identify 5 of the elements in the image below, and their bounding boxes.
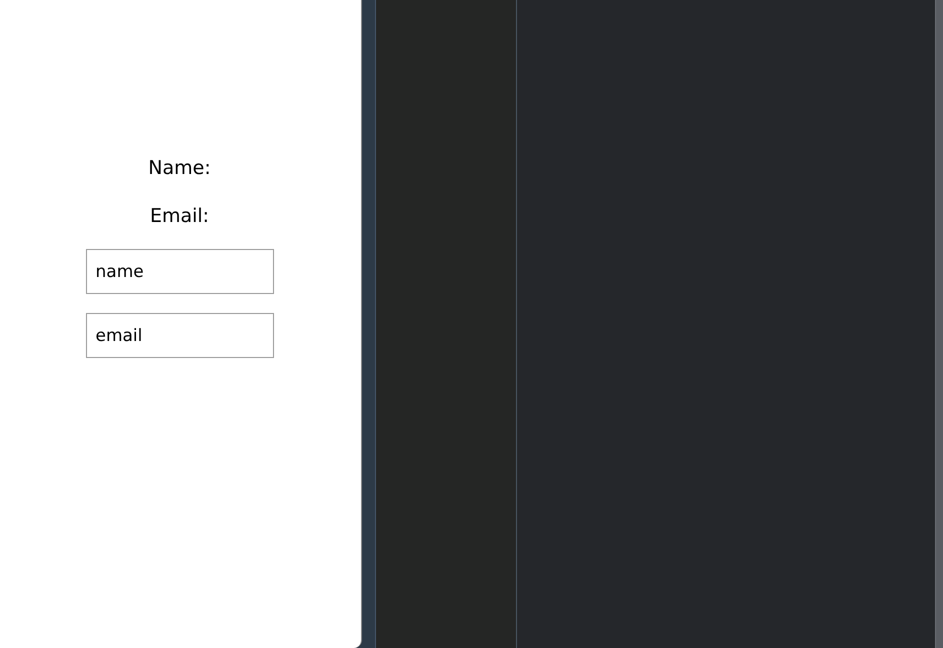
scrollbar[interactable] [935,0,943,648]
text-input[interactable]: email [86,313,274,358]
field-label: Name: [148,156,211,181]
field-label: Email: [150,204,210,229]
text-input[interactable]: name [86,249,274,294]
